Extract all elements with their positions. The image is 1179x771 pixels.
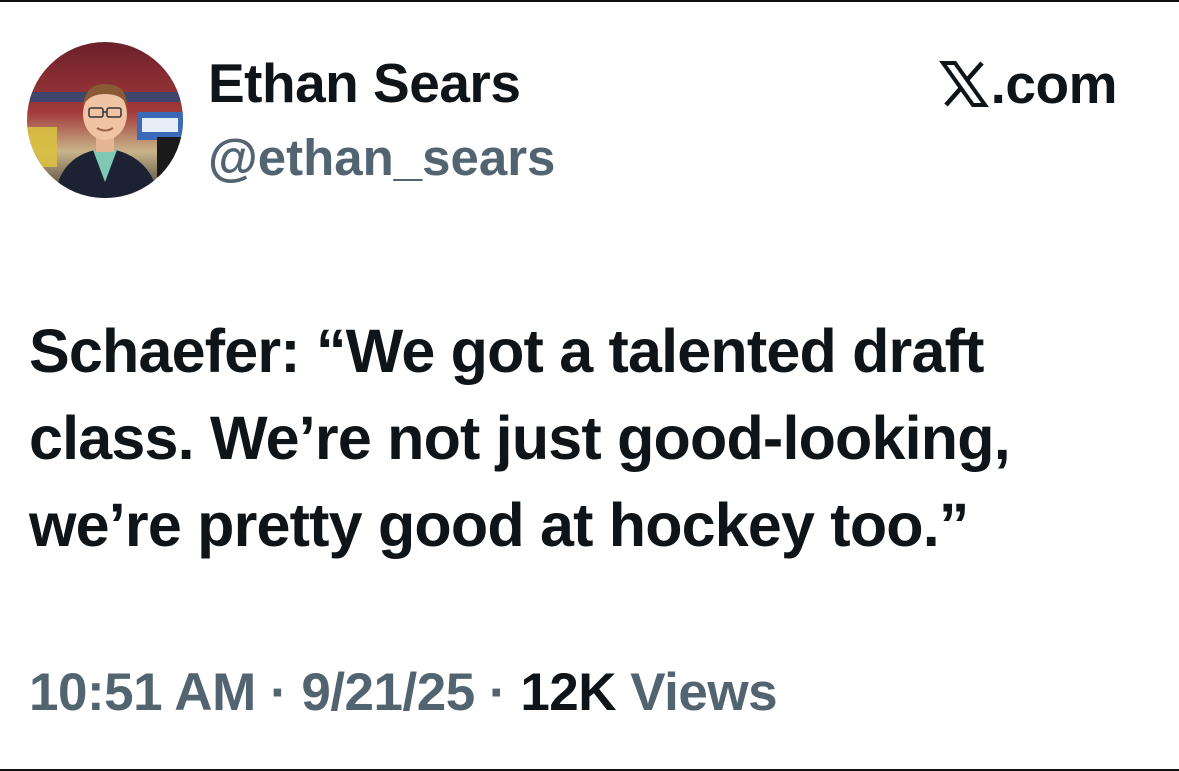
meta-separator: · <box>474 663 521 722</box>
author-handle[interactable]: @ethan_sears <box>208 128 555 187</box>
tweet-text: Schaefer: “We got a talented draft class… <box>29 317 1011 559</box>
tweet-card: Ethan Sears @ethan_sears .com Schaefer: … <box>0 0 1179 771</box>
x-logo-icon <box>938 61 989 107</box>
author-avatar[interactable] <box>27 42 183 198</box>
meta-separator: · <box>255 663 302 722</box>
x-brand: .com <box>938 52 1118 115</box>
author-display-name[interactable]: Ethan Sears <box>208 51 521 115</box>
tweet-date[interactable]: 9/21/25 <box>301 663 475 722</box>
brand-domain-text: .com <box>990 52 1118 115</box>
tweet-time[interactable]: 10:51 AM <box>29 663 256 722</box>
views-label: Views <box>616 663 778 722</box>
tweet-meta: 10:51 AM · 9/21/25 · 12K Views <box>29 662 778 723</box>
views-count: 12K <box>520 663 617 722</box>
avatar-photo-icon <box>27 42 183 198</box>
